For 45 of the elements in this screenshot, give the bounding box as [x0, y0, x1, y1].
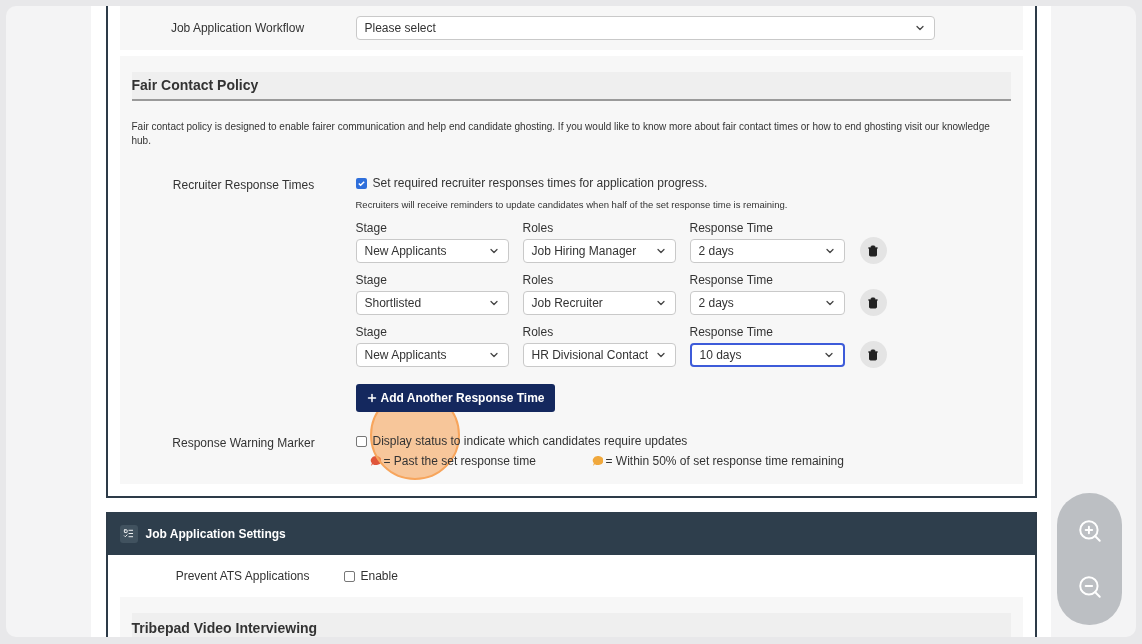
- field-label: Response Warning Marker: [171, 435, 316, 453]
- trash-icon: [867, 244, 879, 257]
- help-text: Recruiters will receive reminders to update candidates when half of the set response time is remaining.: [355, 198, 789, 212]
- dropdown[interactable]: Shortlisted: [355, 290, 509, 315]
- field-label: Recruiter Response Times: [171, 177, 316, 194]
- checkbox[interactable]: [343, 570, 355, 582]
- checkbox[interactable]: [355, 435, 367, 447]
- trash-icon: [867, 296, 879, 309]
- field-label: Prevent ATS Applications: [174, 568, 311, 586]
- dropdown[interactable]: 2 days: [689, 290, 845, 315]
- column-label: Roles: [522, 220, 555, 238]
- dropdown[interactable]: Please select: [355, 16, 935, 40]
- checkbox-label: Set required recruiter responses times for application progress.: [372, 175, 708, 192]
- panel-title: Job Application Settings: [145, 525, 286, 543]
- dropdown[interactable]: Job Hiring Manager: [522, 238, 676, 263]
- dropdown[interactable]: New Applicants: [355, 238, 509, 263]
- column-label: Response Time: [689, 220, 774, 238]
- checkbox[interactable]: [355, 177, 367, 189]
- column-label: Response Time: [689, 272, 774, 290]
- list-icon: [119, 524, 138, 543]
- column-label: Roles: [522, 272, 555, 290]
- policy-description: Fair contact policy is designed to enable fairer communication and help end candidate ghosting. If you would like to know more about fair contact times or how to end ghosting visit our knowledge hub.: [131, 120, 991, 148]
- column-label: Stage: [355, 324, 388, 342]
- section-header: Tribepad Video Interviewing: [131, 613, 1011, 637]
- legend-text: = Past the set response time: [383, 453, 536, 471]
- trash-icon: [867, 348, 879, 361]
- dropdown[interactable]: 2 days: [689, 238, 845, 263]
- column-label: Stage: [355, 272, 388, 290]
- checkbox-label: Display status to indicate which candidates require updates: [372, 433, 688, 451]
- delete-button[interactable]: [859, 341, 887, 369]
- dropdown[interactable]: HR Divisional Contact: [522, 342, 676, 367]
- delete-button[interactable]: [859, 289, 887, 317]
- checkbox-label: Enable: [360, 568, 398, 586]
- column-label: Response Time: [689, 324, 774, 342]
- dropdown[interactable]: New Applicants: [355, 342, 509, 367]
- section-header: Fair Contact Policy: [131, 72, 1011, 101]
- plus-icon: [365, 392, 378, 405]
- column-label: Roles: [522, 324, 555, 342]
- dropdown[interactable]: Job Recruiter: [522, 290, 676, 315]
- legend-text: = Within 50% of set response time remaining: [605, 453, 844, 471]
- delete-button[interactable]: [859, 237, 887, 265]
- field-label: Job Application Workflow: [169, 20, 306, 37]
- dropdown[interactable]: 10 days: [689, 342, 845, 367]
- column-label: Stage: [355, 220, 388, 238]
- add-response-time-button[interactable]: Add Another Response Time: [355, 384, 555, 413]
